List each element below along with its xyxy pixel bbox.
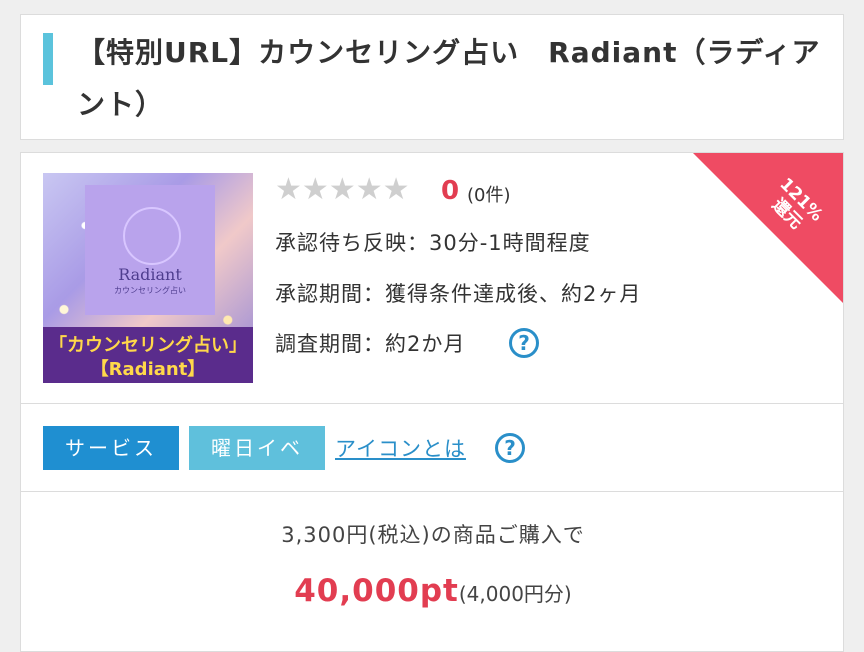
offer-card[interactable]: Radiant カウンセリング占い 「カウンセリング占い」 【Radiant】 … xyxy=(20,152,844,652)
approval-wait: 承認待ち反映：30分-1時間程度 xyxy=(275,231,591,255)
title-card: 【特別URL】カウンセリング占い Radiant（ラディアント） xyxy=(20,14,844,140)
rating-score: 0 xyxy=(441,176,460,206)
cashback-ribbon: 121% 還元 xyxy=(693,153,843,303)
rating-stars: ★ ★ ★ ★ ★ xyxy=(275,175,410,205)
thumbnail-band: 「カウンセリング占い」 【Radiant】 xyxy=(43,327,253,383)
mandala-icon xyxy=(123,207,181,265)
approval-period: 承認期間：獲得条件達成後、約2ヶ月 xyxy=(275,282,642,306)
purchase-condition: 3,300円(税込)の商品ご購入で xyxy=(281,523,585,547)
survey-period: 調査期間：約2か月 xyxy=(275,332,466,356)
question-icon[interactable]: ? xyxy=(495,433,525,463)
thumbnail-brand-sub: カウンセリング占い xyxy=(114,286,186,295)
rating-count: (0件) xyxy=(467,185,511,206)
question-icon[interactable]: ? xyxy=(509,328,539,358)
title-accent-bar xyxy=(43,33,53,85)
thumbnail-band-line1: 「カウンセリング占い」 xyxy=(49,335,247,356)
tag-service[interactable]: サービス xyxy=(43,426,179,470)
tag-weekday-event[interactable]: 曜日イベ xyxy=(189,426,325,470)
page: 【特別URL】カウンセリング占い Radiant（ラディアント） Radiant… xyxy=(0,0,864,652)
ribbon-text: 121% 還元 xyxy=(741,154,843,260)
offer-thumbnail[interactable]: Radiant カウンセリング占い 「カウンセリング占い」 【Radiant】 xyxy=(43,173,253,383)
thumbnail-logo-panel: Radiant カウンセリング占い xyxy=(85,185,215,315)
divider xyxy=(21,491,843,492)
page-title: 【特別URL】カウンセリング占い Radiant（ラディアント） xyxy=(77,36,821,121)
icon-help-link[interactable]: アイコンとは xyxy=(335,433,466,463)
star-icon: ★ xyxy=(275,172,302,207)
star-icon: ★ xyxy=(301,172,329,207)
reward-yen: (4,000円分) xyxy=(458,582,572,606)
thumbnail-brand: Radiant xyxy=(118,265,182,284)
star-icon: ★ xyxy=(355,172,383,207)
star-icon: ★ xyxy=(328,172,356,207)
reward-line: 40,000pt(4,000円分) xyxy=(21,573,843,609)
star-icon: ★ xyxy=(382,172,410,207)
reward-points: 40,000pt xyxy=(294,573,459,609)
divider xyxy=(21,403,843,404)
thumbnail-band-line2: 【Radiant】 xyxy=(90,359,206,380)
